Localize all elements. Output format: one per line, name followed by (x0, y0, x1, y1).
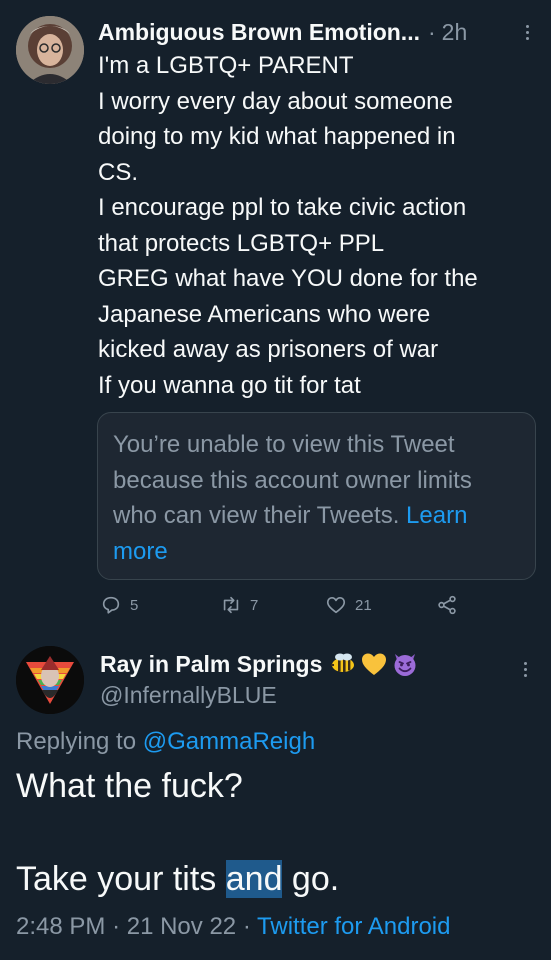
avatar-ambiguous-brown-emotion[interactable] (16, 16, 84, 84)
smiling-devil-emoji-icon (394, 654, 416, 676)
tweet-text-line: that protects LGBTQ+ PPL (98, 229, 385, 257)
tweet-text-line: doing to my kid what happened in (98, 123, 456, 150)
unavailable-text: who can view their Tweets. (113, 502, 400, 529)
tweet-metadata: 2:48 PM · 21 Nov 22 · Twitter for Androi… (16, 913, 450, 941)
tweet-text-segment: go. (282, 860, 340, 898)
retweet-icon (223, 596, 239, 614)
main-tweet-text: What the fuck? Take your tits and go. (16, 763, 536, 902)
retweet-count: 7 (250, 596, 259, 614)
avatar-ray-in-palm-springs[interactable] (16, 646, 84, 714)
share-button[interactable] (436, 588, 458, 622)
tweet-actions: 5 7 21 (100, 588, 480, 622)
tweet-text-line: If you wanna go tit for tat (98, 371, 361, 399)
display-name[interactable]: Ambiguous Brown Emotion... (98, 19, 420, 46)
bee-emoji-icon (331, 653, 355, 672)
unavailable-text-line: You’re unable to view this Tweet (113, 431, 455, 458)
meta-separator: · (242, 913, 251, 940)
reply-icon (102, 596, 120, 614)
user-handle[interactable]: @InfernallyBLUE (100, 682, 277, 709)
selected-text-highlight[interactable]: and (225, 860, 283, 898)
share-icon (438, 595, 456, 615)
unavailable-quoted-tweet: You’re unable to view this Tweet because… (97, 412, 536, 580)
tweet-text-line: I'm a LGBTQ+ PARENT (98, 52, 354, 79)
display-name[interactable]: Ray in Palm Springs (100, 651, 322, 678)
tweet-thread: Ambiguous Brown Emotion... · 2h I'm a LG… (0, 0, 551, 960)
tweet-date: 21 Nov 22 (126, 913, 237, 940)
replying-to-mention[interactable]: @GammaReigh (143, 728, 315, 755)
unavailable-text-line: who can view their Tweets. Learn (113, 498, 520, 534)
tweet-time: 2:48 PM (16, 913, 106, 940)
tweet-text-line: Japanese Americans who were (98, 300, 431, 328)
reply-button[interactable]: 5 (100, 588, 138, 622)
retweet-button[interactable]: 7 (220, 588, 258, 622)
yellow-heart-emoji-icon (362, 653, 387, 675)
like-button[interactable]: 21 (325, 588, 372, 622)
learn-more-link[interactable]: more (113, 534, 520, 570)
more-options-icon[interactable] (520, 656, 530, 682)
tweet-text-line: I encourage ppl to take civic action (98, 194, 467, 221)
display-name-row: Ray in Palm Springs (100, 646, 419, 682)
unavailable-text-line: because this account owner limits (113, 466, 472, 494)
replying-to: Replying to @GammaReigh (16, 728, 315, 756)
meta-separator: · (112, 913, 121, 940)
heart-icon (326, 597, 346, 614)
tweet-text-line: I worry every day about someone (98, 87, 453, 115)
tweet-text-line: kicked away as prisoners of war (98, 336, 439, 363)
tweet-text-line: What the fuck? (16, 767, 243, 805)
reply-tweet-header: Ambiguous Brown Emotion... · 2h (98, 15, 538, 49)
timestamp[interactable]: 2h (442, 19, 468, 46)
more-options-icon[interactable] (516, 19, 538, 45)
reply-count: 5 (130, 596, 139, 614)
tweet-text-segment: Take your tits (16, 860, 226, 898)
tweet-text-line: CS. (98, 158, 139, 186)
reply-tweet-text: I'm a LGBTQ+ PARENT I worry every day ab… (98, 48, 538, 403)
reply-tweet[interactable]: Ambiguous Brown Emotion... · 2h I'm a LG… (0, 0, 551, 630)
learn-more-link[interactable]: Learn (406, 502, 467, 529)
replying-to-prefix: Replying to (16, 728, 137, 755)
like-count: 21 (355, 596, 372, 614)
tweet-source-link[interactable]: Twitter for Android (257, 913, 450, 940)
main-tweet: Ray in Palm Springs @InfernallyBLUE Repl… (0, 630, 551, 960)
tweet-text-line: Take your tits and go. (16, 856, 536, 902)
header-separator: · (427, 18, 436, 45)
tweet-text-line: GREG what have YOU done for the (98, 265, 478, 292)
